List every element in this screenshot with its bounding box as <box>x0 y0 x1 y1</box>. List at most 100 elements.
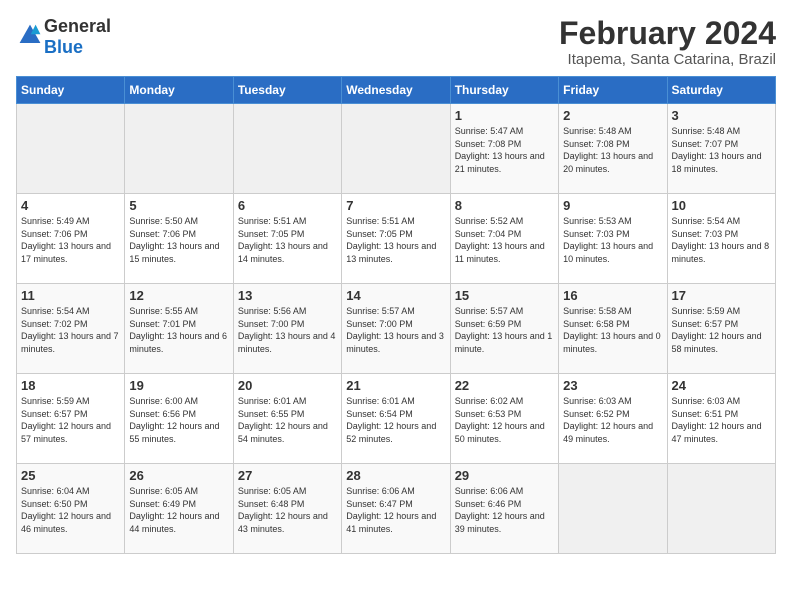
day-number: 14 <box>346 288 445 303</box>
calendar-cell: 29 Sunrise: 6:06 AM Sunset: 6:46 PM Dayli… <box>450 464 558 554</box>
calendar-cell <box>559 464 667 554</box>
day-number: 17 <box>672 288 771 303</box>
day-info: Sunrise: 6:04 AM Sunset: 6:50 PM Dayligh… <box>21 485 120 535</box>
calendar-cell <box>667 464 775 554</box>
day-number: 5 <box>129 198 228 213</box>
calendar-cell: 18 Sunrise: 5:59 AM Sunset: 6:57 PM Dayli… <box>17 374 125 464</box>
day-info: Sunrise: 6:06 AM Sunset: 6:47 PM Dayligh… <box>346 485 445 535</box>
day-info: Sunrise: 5:55 AM Sunset: 7:01 PM Dayligh… <box>129 305 228 355</box>
day-header-tuesday: Tuesday <box>233 77 341 104</box>
day-header-wednesday: Wednesday <box>342 77 450 104</box>
day-header-saturday: Saturday <box>667 77 775 104</box>
logo: General Blue <box>16 16 111 58</box>
day-number: 11 <box>21 288 120 303</box>
day-info: Sunrise: 5:54 AM Sunset: 7:02 PM Dayligh… <box>21 305 120 355</box>
calendar-cell: 8 Sunrise: 5:52 AM Sunset: 7:04 PM Daylig… <box>450 194 558 284</box>
day-info: Sunrise: 6:01 AM Sunset: 6:54 PM Dayligh… <box>346 395 445 445</box>
calendar-cell <box>342 104 450 194</box>
week-row-1: 4 Sunrise: 5:49 AM Sunset: 7:06 PM Daylig… <box>17 194 776 284</box>
day-number: 9 <box>563 198 662 213</box>
day-info: Sunrise: 5:59 AM Sunset: 6:57 PM Dayligh… <box>672 305 771 355</box>
day-number: 27 <box>238 468 337 483</box>
day-number: 16 <box>563 288 662 303</box>
calendar-table: SundayMondayTuesdayWednesdayThursdayFrid… <box>16 76 776 554</box>
calendar-cell <box>233 104 341 194</box>
calendar-header-row: SundayMondayTuesdayWednesdayThursdayFrid… <box>17 77 776 104</box>
day-number: 13 <box>238 288 337 303</box>
day-number: 3 <box>672 108 771 123</box>
day-info: Sunrise: 5:49 AM Sunset: 7:06 PM Dayligh… <box>21 215 120 265</box>
day-info: Sunrise: 6:06 AM Sunset: 6:46 PM Dayligh… <box>455 485 554 535</box>
day-number: 2 <box>563 108 662 123</box>
day-number: 23 <box>563 378 662 393</box>
calendar-cell: 4 Sunrise: 5:49 AM Sunset: 7:06 PM Daylig… <box>17 194 125 284</box>
calendar-cell: 12 Sunrise: 5:55 AM Sunset: 7:01 PM Dayli… <box>125 284 233 374</box>
calendar-cell: 14 Sunrise: 5:57 AM Sunset: 7:00 PM Dayli… <box>342 284 450 374</box>
calendar-cell: 3 Sunrise: 5:48 AM Sunset: 7:07 PM Daylig… <box>667 104 775 194</box>
day-number: 20 <box>238 378 337 393</box>
logo-blue-text: Blue <box>44 37 83 57</box>
day-number: 24 <box>672 378 771 393</box>
day-info: Sunrise: 6:03 AM Sunset: 6:51 PM Dayligh… <box>672 395 771 445</box>
calendar-cell: 7Sunrise: 5:51 AM Sunset: 7:05 PM Daylig… <box>342 194 450 284</box>
calendar-cell: 22 Sunrise: 6:02 AM Sunset: 6:53 PM Dayli… <box>450 374 558 464</box>
day-info: Sunrise: 5:56 AM Sunset: 7:00 PM Dayligh… <box>238 305 337 355</box>
day-header-thursday: Thursday <box>450 77 558 104</box>
calendar-cell: 9 Sunrise: 5:53 AM Sunset: 7:03 PM Daylig… <box>559 194 667 284</box>
day-number: 22 <box>455 378 554 393</box>
day-number: 18 <box>21 378 120 393</box>
calendar-cell: 1 Sunrise: 5:47 AM Sunset: 7:08 PM Daylig… <box>450 104 558 194</box>
calendar-cell: 26 Sunrise: 6:05 AM Sunset: 6:49 PM Dayli… <box>125 464 233 554</box>
calendar-cell: 2 Sunrise: 5:48 AM Sunset: 7:08 PM Daylig… <box>559 104 667 194</box>
calendar-cell: 21 Sunrise: 6:01 AM Sunset: 6:54 PM Dayli… <box>342 374 450 464</box>
calendar-cell: 27 Sunrise: 6:05 AM Sunset: 6:48 PM Dayli… <box>233 464 341 554</box>
day-number: 21 <box>346 378 445 393</box>
calendar-cell: 5 Sunrise: 5:50 AM Sunset: 7:06 PM Daylig… <box>125 194 233 284</box>
day-header-monday: Monday <box>125 77 233 104</box>
calendar-cell: 24 Sunrise: 6:03 AM Sunset: 6:51 PM Dayli… <box>667 374 775 464</box>
day-info: Sunrise: 5:59 AM Sunset: 6:57 PM Dayligh… <box>21 395 120 445</box>
day-info: Sunrise: 5:58 AM Sunset: 6:58 PM Dayligh… <box>563 305 662 355</box>
day-number: 15 <box>455 288 554 303</box>
day-info: Sunrise: 6:00 AM Sunset: 6:56 PM Dayligh… <box>129 395 228 445</box>
calendar-body: 1 Sunrise: 5:47 AM Sunset: 7:08 PM Daylig… <box>17 104 776 554</box>
day-info: Sunrise: 5:50 AM Sunset: 7:06 PM Dayligh… <box>129 215 228 265</box>
day-info: Sunrise: 6:05 AM Sunset: 6:49 PM Dayligh… <box>129 485 228 535</box>
day-info: Sunrise: 5:51 AM Sunset: 7:05 PM Dayligh… <box>238 215 337 265</box>
day-info: Sunrise: 5:48 AM Sunset: 7:07 PM Dayligh… <box>672 125 771 175</box>
calendar-cell: 19 Sunrise: 6:00 AM Sunset: 6:56 PM Dayli… <box>125 374 233 464</box>
day-number: 19 <box>129 378 228 393</box>
calendar-cell <box>17 104 125 194</box>
calendar-cell: 23 Sunrise: 6:03 AM Sunset: 6:52 PM Dayli… <box>559 374 667 464</box>
day-number: 4 <box>21 198 120 213</box>
day-number: 26 <box>129 468 228 483</box>
calendar-cell: 15Sunrise: 5:57 AM Sunset: 6:59 PM Dayli… <box>450 284 558 374</box>
day-number: 28 <box>346 468 445 483</box>
day-info: Sunrise: 6:01 AM Sunset: 6:55 PM Dayligh… <box>238 395 337 445</box>
day-number: 1 <box>455 108 554 123</box>
day-header-sunday: Sunday <box>17 77 125 104</box>
day-number: 29 <box>455 468 554 483</box>
day-info: Sunrise: 6:03 AM Sunset: 6:52 PM Dayligh… <box>563 395 662 445</box>
day-number: 8 <box>455 198 554 213</box>
day-info: Sunrise: 6:05 AM Sunset: 6:48 PM Dayligh… <box>238 485 337 535</box>
day-info: Sunrise: 5:54 AM Sunset: 7:03 PM Dayligh… <box>672 215 771 265</box>
day-info: Sunrise: 5:53 AM Sunset: 7:03 PM Dayligh… <box>563 215 662 265</box>
calendar-cell: 6Sunrise: 5:51 AM Sunset: 7:05 PM Daylig… <box>233 194 341 284</box>
day-info: Sunrise: 5:47 AM Sunset: 7:08 PM Dayligh… <box>455 125 554 175</box>
day-number: 25 <box>21 468 120 483</box>
calendar-cell: 13 Sunrise: 5:56 AM Sunset: 7:00 PM Dayli… <box>233 284 341 374</box>
calendar-cell: 25 Sunrise: 6:04 AM Sunset: 6:50 PM Dayli… <box>17 464 125 554</box>
header: General Blue February 2024 Itapema, Sant… <box>16 16 776 68</box>
calendar-cell: 10 Sunrise: 5:54 AM Sunset: 7:03 PM Dayli… <box>667 194 775 284</box>
logo-icon <box>18 23 42 47</box>
day-number: 10 <box>672 198 771 213</box>
day-info: Sunrise: 5:48 AM Sunset: 7:08 PM Dayligh… <box>563 125 662 175</box>
day-info: Sunrise: 5:57 AM Sunset: 7:00 PM Dayligh… <box>346 305 445 355</box>
day-info: Sunrise: 5:52 AM Sunset: 7:04 PM Dayligh… <box>455 215 554 265</box>
day-info: Sunrise: 5:51 AM Sunset: 7:05 PM Dayligh… <box>346 215 445 265</box>
day-number: 12 <box>129 288 228 303</box>
calendar-cell <box>125 104 233 194</box>
day-info: Sunrise: 6:02 AM Sunset: 6:53 PM Dayligh… <box>455 395 554 445</box>
calendar-cell: 20 Sunrise: 6:01 AM Sunset: 6:55 PM Dayli… <box>233 374 341 464</box>
